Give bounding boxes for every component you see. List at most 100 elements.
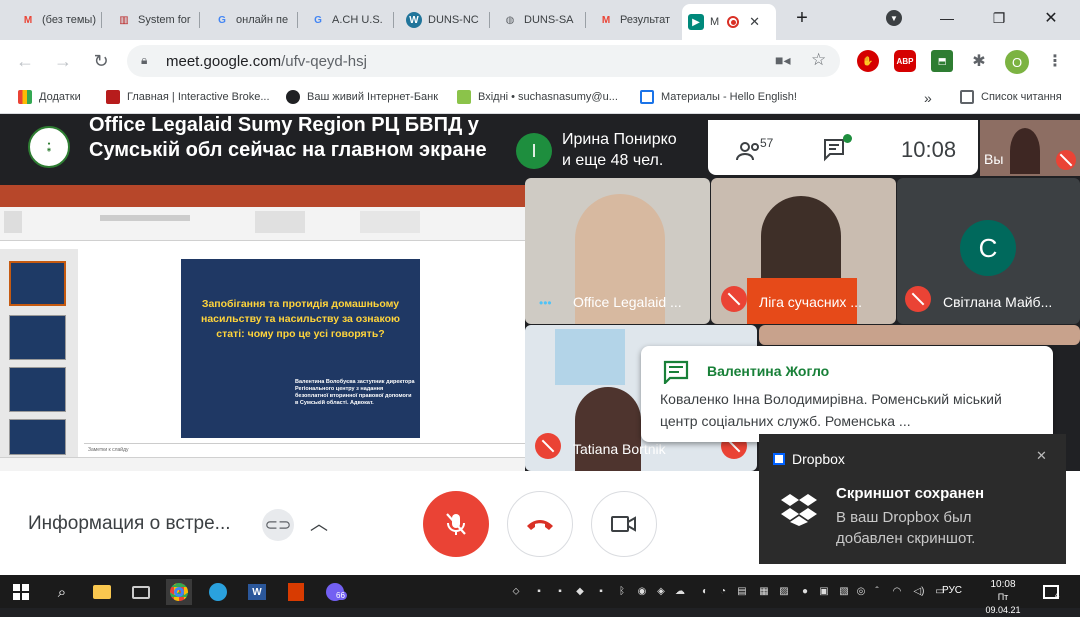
powerpoint-ribbon-tools [0,207,525,241]
camera-app-icon[interactable] [128,579,154,605]
abp-extension-icon[interactable]: ABP [894,50,916,72]
dropbox-logo-icon [781,494,817,526]
participants-count: 57 [760,136,774,150]
bookmarks-overflow[interactable]: » [924,90,932,106]
tab-google-ach[interactable]: G A.CH U.S. [304,6,394,34]
close-window-button[interactable]: ✕ [1036,8,1066,28]
chat-message-icon [663,360,689,384]
minimize-button[interactable]: — [932,8,962,28]
tray-app-icon[interactable]: ● [798,584,812,598]
bookmark-apps[interactable]: Додатки [18,90,81,104]
bookmark-bank[interactable]: Ваш живий Інтернет-Банк [286,90,438,104]
camera-icon[interactable]: ■◂ [775,52,790,69]
globe-icon: ◍ [505,14,515,26]
show-hidden-icons-icon[interactable]: ˆ [870,584,884,598]
toast-app-name: Dropbox [792,451,845,467]
chrome-icon[interactable] [166,579,192,605]
leave-call-button[interactable] [507,491,573,557]
tray-app-icon[interactable]: ◆ [573,584,587,598]
bluetooth-icon[interactable]: ᛒ [615,584,629,598]
participant-tile-partial [759,325,1080,345]
file-explorer-icon[interactable] [89,579,115,605]
tab-gmail-1[interactable]: M (без темы) [14,6,102,34]
mic-toggle-button[interactable] [423,491,489,557]
tray-app-icon[interactable]: ◔ [716,584,730,598]
profile-avatar[interactable]: O [1005,50,1029,74]
close-icon[interactable]: ✕ [1036,448,1047,464]
self-mic-off-icon [1056,150,1076,170]
forward-button[interactable]: → [52,50,74,72]
maximize-button[interactable]: ❐ [984,8,1014,28]
tab-wordpress[interactable]: W DUNS-NC [400,6,490,34]
tray-app-icon[interactable]: ▨ [777,584,791,598]
search-icon[interactable]: ⌕ [49,579,75,605]
meeting-clock: 10:08 [901,137,957,162]
tab-duns[interactable]: ◍ DUNS-SA [496,6,586,34]
bookmark-hello-english[interactable]: Материалы - Hello English! [640,90,797,104]
powerpoint-status-bar [0,457,525,471]
bookmark-inbox[interactable]: Вхідні • suchasnasumy@u... [457,90,618,104]
active-speaker-chip: I Ирина Понирко и еще 48 чел. [508,120,708,178]
viber-icon[interactable]: 66 [322,579,348,605]
attachment-icon[interactable]: ⊂⊃ [262,509,294,541]
tray-app-icon[interactable]: ▦ [757,584,771,598]
tray-app-icon[interactable]: ◉ [635,584,649,598]
presenter-banner-text: Office Legalaid Sumy Region РЦ БВПД у Су… [89,114,487,161]
chevron-up-icon[interactable]: ︿ [306,509,332,537]
notifications-icon[interactable]: 4 [1038,579,1064,605]
tab-meet-active[interactable]: ▶ M ✕ [682,4,776,40]
wordpress-icon: W [406,12,422,28]
dropbox-tray-icon[interactable]: ⬦ [509,584,523,598]
reading-list[interactable]: Список читання [960,90,1062,104]
tray-app-icon[interactable]: ▪ [532,584,546,598]
main-slide: Запобігання та протидія домашньому насил… [181,259,420,438]
tray-app-icon[interactable]: ▪ [594,584,608,598]
cloud-icon[interactable]: ☁ [673,584,687,598]
mic-off-icon [721,286,747,312]
chat-sender: Валентина Жогло [707,363,830,379]
dropbox-notification[interactable]: Dropbox ✕ Скриншот сохранен В ваш Dropbo… [759,434,1066,564]
slide-title: Запобігання та протидія домашньому насил… [201,298,400,340]
self-label: Вы [984,151,1004,167]
presented-screen: Запобігання та протидія домашньому насил… [0,185,525,471]
tab-system[interactable]: ▥ System for [110,6,200,34]
bookmark-star-icon[interactable]: ☆ [811,50,826,70]
adblock-extension-icon[interactable]: ✋ [857,50,879,72]
telegram-icon[interactable] [205,579,231,605]
green-extension-icon[interactable]: ⬒ [931,50,953,72]
tray-app-icon[interactable]: ◐ [698,584,712,598]
tray-app-icon[interactable]: ◎ [854,584,868,598]
tray-app-icon[interactable]: ▧ [837,584,851,598]
tab-gmail-2[interactable]: M Результат [592,6,682,34]
tab-search-button[interactable]: ▼ [879,8,909,28]
close-tab-icon[interactable]: ✕ [749,14,760,30]
address-bar[interactable]: 🔒︎ meet.google.com/ufv-qeyd-hsj ■◂ ☆ [127,45,840,77]
office-icon[interactable] [283,579,309,605]
chat-button[interactable] [822,134,852,164]
tray-app-icon[interactable]: ◈ [654,584,668,598]
word-icon[interactable]: W [244,579,270,605]
bookmark-interactive-brokers[interactable]: Главная | Interactive Broke... [106,90,270,104]
video-camera-icon [611,516,636,532]
input-language[interactable]: РУС [942,585,962,596]
camera-toggle-button[interactable] [591,491,657,557]
windows-start-icon[interactable] [8,579,34,605]
tray-app-icon[interactable]: ▪ [553,584,567,598]
meeting-details-button[interactable]: Информация о встре... [28,513,231,535]
mic-off-icon [535,433,561,459]
extensions-puzzle-icon[interactable]: ✱ [968,50,990,72]
tab-google-search[interactable]: G онлайн пе [208,6,298,34]
tray-app-icon[interactable]: ▤ [735,584,749,598]
participants-button[interactable]: 57 [736,134,776,164]
wifi-icon[interactable]: ◠ [890,584,904,598]
volume-icon[interactable]: ◁) [912,584,926,598]
back-button[interactable]: ← [14,50,36,72]
tray-app-icon[interactable]: ▣ [817,584,831,598]
reload-button[interactable]: ↻ [90,50,112,72]
speaker-name: Ирина Понирко [562,131,677,148]
chat-notification[interactable]: Валентина Жогло Коваленко Інна Володимир… [641,346,1053,442]
viber-badge: 66 [334,591,347,600]
new-tab-button[interactable]: + [787,7,817,29]
kebab-menu-icon[interactable]: ⋮ [1044,50,1066,72]
system-clock[interactable]: 10:08 Пт 09.04.21 [980,578,1026,617]
